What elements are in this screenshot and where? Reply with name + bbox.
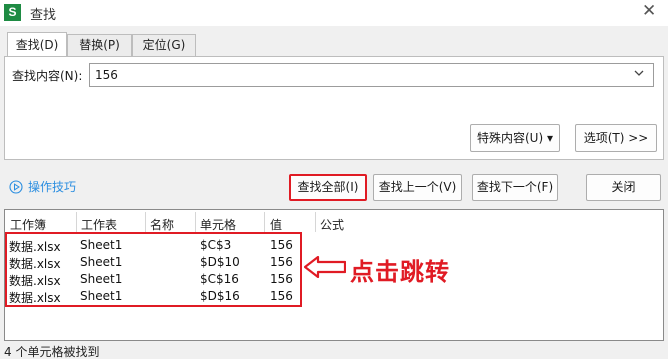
column-divider[interactable]	[145, 212, 146, 232]
highlight-box	[5, 232, 302, 307]
find-previous-button[interactable]: 查找上一个(V)	[373, 174, 462, 201]
column-divider[interactable]	[264, 212, 265, 232]
annotation-callout: 点击跳转	[350, 257, 450, 286]
column-header-workbook[interactable]: 工作簿	[10, 216, 46, 233]
tab-find[interactable]: 查找(D)	[7, 32, 67, 57]
find-next-button[interactable]: 查找下一个(F)	[472, 174, 558, 201]
special-content-button[interactable]: 特殊内容(U) ▾	[470, 124, 560, 152]
tab-goto[interactable]: 定位(G)	[132, 34, 196, 56]
column-divider[interactable]	[76, 212, 77, 232]
column-header-name[interactable]: 名称	[150, 216, 174, 233]
column-divider[interactable]	[195, 212, 196, 232]
arrow-left-icon	[304, 256, 346, 278]
close-icon[interactable]: ✕	[642, 1, 656, 21]
tab-replace[interactable]: 替换(P)	[67, 34, 132, 56]
status-text: 4 个单元格被找到	[4, 345, 100, 359]
wps-app-icon: S	[4, 4, 21, 21]
find-all-button[interactable]: 查找全部(I)	[289, 174, 367, 201]
tips-link[interactable]: 操作技巧	[28, 178, 76, 195]
title-bar	[0, 0, 668, 26]
window-title: 查找	[30, 8, 57, 23]
close-button[interactable]: 关闭	[586, 174, 661, 201]
play-circle-icon[interactable]	[9, 180, 23, 194]
chevron-down-icon[interactable]	[634, 70, 644, 77]
options-button[interactable]: 选项(T) >>	[575, 124, 657, 152]
column-divider[interactable]	[315, 212, 316, 232]
column-header-sheet[interactable]: 工作表	[81, 216, 117, 233]
find-label: 查找内容(N):	[12, 69, 83, 83]
column-header-formula[interactable]: 公式	[320, 216, 344, 233]
find-input[interactable]: 156	[89, 63, 654, 87]
column-header-cell[interactable]: 单元格	[200, 216, 236, 233]
column-header-value[interactable]: 值	[270, 216, 282, 233]
